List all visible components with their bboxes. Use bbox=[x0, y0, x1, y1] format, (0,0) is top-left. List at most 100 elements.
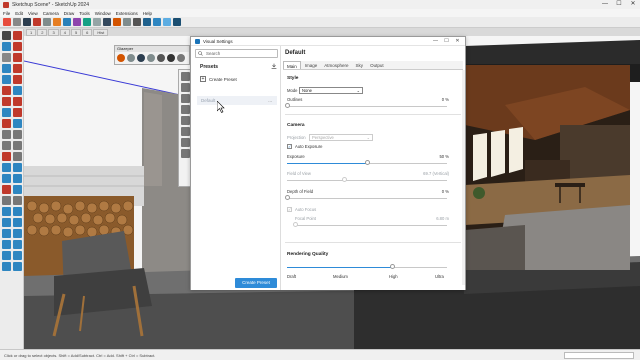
rectangle-icon[interactable] bbox=[2, 64, 11, 73]
zoom-icon[interactable] bbox=[2, 174, 11, 183]
asset-library-icon[interactable] bbox=[173, 18, 181, 26]
dimension-icon[interactable] bbox=[13, 130, 22, 139]
freehand-icon[interactable] bbox=[13, 53, 22, 62]
tool-e-icon[interactable] bbox=[157, 54, 165, 62]
pencil-tool-icon[interactable] bbox=[23, 18, 31, 26]
eraser-icon[interactable] bbox=[13, 42, 22, 51]
measurements-input[interactable] bbox=[564, 352, 634, 359]
move-icon[interactable] bbox=[2, 97, 11, 106]
dialog-close-button[interactable]: ✕ bbox=[452, 37, 463, 46]
exposure-slider[interactable] bbox=[364, 160, 370, 165]
dialog-maximize-button[interactable]: ☐ bbox=[441, 37, 452, 46]
offset-icon[interactable] bbox=[13, 119, 22, 128]
vtool-4-icon[interactable] bbox=[181, 105, 190, 114]
menu-window[interactable]: Window bbox=[95, 11, 111, 16]
scene-tab-5[interactable]: 5 bbox=[70, 29, 82, 36]
warehouse-icon[interactable] bbox=[2, 218, 11, 227]
tool-d-icon[interactable] bbox=[147, 54, 155, 62]
position-camera-icon[interactable] bbox=[2, 196, 11, 205]
tape-icon[interactable] bbox=[2, 130, 11, 139]
menu-edit[interactable]: Edit bbox=[15, 11, 23, 16]
paint-icon[interactable] bbox=[2, 53, 11, 62]
circle-icon[interactable] bbox=[2, 75, 11, 84]
quality-slider[interactable] bbox=[390, 264, 396, 269]
arc-icon[interactable] bbox=[2, 86, 11, 95]
preset-menu-icon[interactable]: ... bbox=[268, 96, 272, 105]
look-around-icon[interactable] bbox=[13, 196, 22, 205]
line-icon[interactable] bbox=[13, 31, 22, 40]
outlines-slider[interactable] bbox=[285, 103, 290, 108]
scale-tool-icon[interactable] bbox=[83, 18, 91, 26]
zoom-window-icon[interactable] bbox=[13, 174, 22, 183]
rotate-tool-icon[interactable] bbox=[73, 18, 81, 26]
fov-slider[interactable] bbox=[342, 177, 348, 182]
previous-view-icon[interactable] bbox=[13, 185, 22, 194]
tool-f-icon[interactable] bbox=[167, 54, 175, 62]
orbit-icon[interactable] bbox=[123, 18, 131, 26]
menu-file[interactable]: File bbox=[3, 11, 10, 16]
tab-main[interactable]: Main bbox=[283, 61, 301, 69]
dof-slider[interactable] bbox=[285, 195, 290, 200]
scene-tab-3[interactable]: 3 bbox=[48, 29, 59, 36]
axes-icon[interactable] bbox=[2, 152, 11, 161]
settings-scrollbar[interactable] bbox=[462, 70, 465, 285]
vtool-8-icon[interactable] bbox=[181, 149, 190, 158]
create-preset-button[interactable]: Create Preset bbox=[235, 278, 277, 288]
arc-tool-icon[interactable] bbox=[33, 18, 41, 26]
styles-icon[interactable] bbox=[13, 240, 22, 249]
eraser-tool-icon[interactable] bbox=[13, 18, 21, 26]
solid-tools-icon[interactable] bbox=[2, 240, 11, 249]
auto-focus-checkbox[interactable]: ✓ bbox=[287, 207, 292, 212]
maximize-button[interactable]: ☐ bbox=[612, 0, 626, 9]
text-icon[interactable] bbox=[13, 141, 22, 150]
projection-select[interactable]: Perspective ⌄ bbox=[309, 134, 373, 141]
scene-tab-2[interactable]: 2 bbox=[37, 29, 48, 36]
polygon-icon[interactable] bbox=[13, 75, 22, 84]
pan-tool-icon[interactable] bbox=[13, 163, 22, 172]
quality-draft[interactable]: Draft bbox=[287, 274, 296, 279]
match-photo-icon[interactable] bbox=[2, 262, 11, 271]
scene-tab-4[interactable]: 4 bbox=[59, 29, 70, 36]
menu-view[interactable]: View bbox=[28, 11, 38, 16]
protractor-icon[interactable] bbox=[2, 141, 11, 150]
menu-tools[interactable]: Tools bbox=[79, 11, 90, 16]
tab-image[interactable]: Image bbox=[302, 61, 321, 69]
download-icon[interactable] bbox=[271, 63, 277, 69]
quality-high[interactable]: High bbox=[389, 274, 398, 279]
render-interactive-icon[interactable] bbox=[153, 18, 161, 26]
outliner-icon[interactable] bbox=[13, 262, 22, 271]
offset-tool-icon[interactable] bbox=[93, 18, 101, 26]
dialog-minimize-button[interactable]: — bbox=[430, 37, 441, 46]
tape-measure-icon[interactable] bbox=[103, 18, 111, 26]
vtool-1-icon[interactable] bbox=[181, 72, 190, 81]
push-pull-tool-icon[interactable] bbox=[13, 97, 22, 106]
pie-icon[interactable] bbox=[13, 86, 22, 95]
component-icon[interactable] bbox=[2, 42, 11, 51]
menu-camera[interactable]: Camera bbox=[43, 11, 59, 16]
extension-icon[interactable] bbox=[13, 218, 22, 227]
tool-b-icon[interactable] bbox=[127, 54, 135, 62]
scale-icon[interactable] bbox=[2, 119, 11, 128]
tool-c-icon[interactable] bbox=[137, 54, 145, 62]
auto-exposure-checkbox[interactable]: ✓ bbox=[287, 144, 292, 149]
preset-search-input[interactable]: Search bbox=[195, 49, 278, 58]
rotate-icon[interactable] bbox=[2, 108, 11, 117]
section-plane-icon[interactable] bbox=[13, 207, 22, 216]
push-pull-icon[interactable] bbox=[53, 18, 61, 26]
move-tool-icon[interactable] bbox=[63, 18, 71, 26]
scene-tab-hist[interactable]: Hist bbox=[93, 29, 109, 36]
zoom-extents-icon[interactable] bbox=[2, 185, 11, 194]
vtool-7-icon[interactable] bbox=[181, 138, 190, 147]
tab-sky[interactable]: Sky bbox=[353, 61, 367, 69]
vtool-5-icon[interactable] bbox=[181, 116, 190, 125]
scene-tab-1[interactable]: 1 bbox=[26, 29, 37, 36]
vtool-3-icon[interactable] bbox=[181, 94, 190, 103]
tab-atmosphere[interactable]: Atmosphere bbox=[321, 61, 351, 69]
fog-icon[interactable] bbox=[13, 251, 22, 260]
menu-help[interactable]: Help bbox=[143, 11, 152, 16]
orbit-tool-icon[interactable] bbox=[2, 163, 11, 172]
tool-a-icon[interactable] bbox=[117, 54, 125, 62]
vtool-2-icon[interactable] bbox=[181, 83, 190, 92]
menu-draw[interactable]: Draw bbox=[64, 11, 75, 16]
tab-output[interactable]: Output bbox=[367, 61, 387, 69]
